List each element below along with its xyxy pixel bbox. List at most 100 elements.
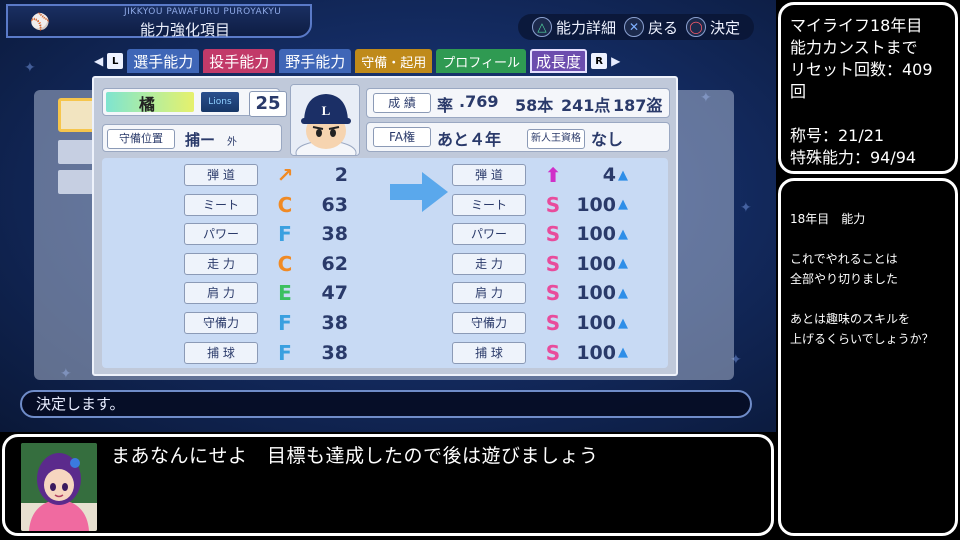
stat-label: 弾 道	[452, 164, 526, 186]
message-bar: 決定します。	[20, 390, 752, 418]
grade-icon: F	[278, 222, 292, 247]
cross-button-icon: ✕	[623, 17, 644, 37]
l-shoulder-icon: L	[107, 53, 124, 69]
position-label: 守備位置	[107, 129, 175, 149]
grade-icon: E	[278, 281, 292, 306]
stat-value: 47	[321, 282, 348, 305]
stat-label: 捕 球	[452, 341, 526, 364]
position-row: 守備位置 捕ー 外	[102, 124, 282, 152]
dialog-text: まあなんにせよ 目標も達成したので後は遊びましょう	[111, 445, 599, 467]
tab-profile[interactable]: プロフィール	[436, 49, 527, 73]
game-subtitle: JIKKYOU PAWAFURU PUROYAKYU	[124, 7, 282, 17]
grade-icon: ↗	[276, 163, 294, 187]
stat-value: 4	[602, 164, 616, 186]
circle-button-icon: ◯	[685, 17, 706, 37]
controller-hints: △ 能力詳細 ✕ 戻る ◯ 決定	[517, 14, 754, 40]
record-row: 成 績 率 .769 58本 241点 187盗	[366, 88, 670, 118]
increase-arrow-icon: ▲	[618, 345, 628, 361]
back-button[interactable]: ✕ 戻る	[623, 17, 678, 38]
dialog-box: まあなんにせよ 目標も達成したので後は遊びましょう	[2, 434, 774, 536]
grade-icon: S	[545, 281, 561, 306]
stat-value: 63	[321, 193, 348, 216]
after-stat-row: 捕 球 S 100 ▲	[452, 340, 634, 366]
after-stat-row: 守備力 S 100 ▲	[452, 310, 634, 336]
player-card: 橘 Lions 25 守備位置 捕ー 外 L 成 績 率 .769 58本 24…	[92, 76, 678, 376]
game-screen: ✦ ✦ ✦ ✦ ✦ ⚾ JIKKYOU PAWAFURU PUROYAKYU 能…	[0, 0, 776, 432]
stolen-bases: 187盗	[613, 96, 663, 115]
avg-prefix: 率	[437, 96, 454, 115]
tab-fielder-ability[interactable]: 野手能力	[279, 49, 352, 73]
grade-icon: S	[545, 192, 561, 217]
runs-batted-in: 241点	[561, 96, 611, 115]
title-count: 称号：21/21	[790, 126, 885, 145]
position-dash: ー	[200, 131, 216, 149]
after-stat-row: ミート S 100 ▲	[452, 192, 634, 218]
character-portrait	[21, 443, 97, 531]
increase-arrow-icon: ▲	[618, 167, 628, 183]
stats-area: 弾 道 ↗ 2 ミート C 63 パワー F 38 走 力 C 62 肩 力 E 47 守備力 F 38 捕 球 F 3…	[102, 158, 668, 368]
tab-player-ability[interactable]: 選手能力	[127, 49, 200, 73]
detail-button[interactable]: △ 能力詳細	[531, 17, 616, 38]
grade-icon: C	[277, 251, 293, 276]
stat-label: 捕 球	[184, 341, 258, 364]
mylife-year: マイライフ18年目	[790, 16, 923, 35]
grade-icon: C	[277, 192, 293, 217]
after-stat-row: 弾 道 ⬆ 4 ▲	[452, 162, 634, 188]
stat-label: 守備力	[452, 312, 526, 334]
before-stat-row: 肩 力 E 47	[184, 280, 348, 306]
triangle-right-icon[interactable]: ▶	[611, 54, 620, 68]
increase-arrow-icon: ▲	[618, 256, 628, 272]
baseball-crossed-bats-icon: ⚾	[30, 12, 50, 31]
tab-defense-usage[interactable]: 守備・起用	[355, 49, 433, 73]
stat-value: 38	[321, 312, 348, 334]
commentary-panel: 18年目 能力 これでやれることは 全部やり切りました あとは趣味のスキルを 上…	[778, 178, 958, 536]
grade-icon: S	[545, 340, 561, 365]
progress-panel: マイライフ18年目 能力カンストまで リセット回数：409回 称号：21/21 …	[778, 2, 958, 174]
fa-value: あと４年	[437, 130, 502, 149]
tab-growth[interactable]: 成長度	[530, 49, 588, 73]
commentary-line: あとは趣味のスキルを	[790, 312, 911, 326]
screen: ✦ ✦ ✦ ✦ ✦ ⚾ JIKKYOU PAWAFURU PUROYAKYU 能…	[0, 0, 960, 540]
increase-arrow-icon: ▲	[618, 226, 628, 242]
after-stat-row: 肩 力 S 100 ▲	[452, 280, 634, 306]
confirm-label: 決定	[709, 18, 740, 37]
rookie-value: なし	[591, 130, 624, 149]
grade-icon: F	[278, 340, 292, 365]
stat-label: パワー	[452, 223, 526, 246]
stat-value: 38	[321, 223, 348, 246]
before-stat-row: 走 力 C 62	[184, 251, 348, 277]
before-stat-row: 守備力 F 38	[184, 310, 348, 336]
main-position: 捕	[185, 131, 201, 149]
commentary-line: 全部やり切りました	[790, 272, 899, 286]
player-face-icon: L	[291, 85, 359, 155]
before-stat-row: ミート C 63	[184, 192, 348, 218]
increase-arrow-icon: ▲	[618, 285, 628, 301]
grade-icon: F	[278, 311, 292, 335]
stat-value: 2	[334, 164, 348, 186]
commentary-line: 上げるくらいでしょうか？	[790, 332, 934, 346]
grade-icon: S	[545, 222, 561, 247]
star-decoration: ✦	[740, 200, 752, 216]
record-label: 成 績	[373, 93, 431, 113]
stat-label: ミート	[452, 193, 526, 216]
confirm-button[interactable]: ◯ 決定	[685, 17, 740, 38]
tab-pitcher-ability[interactable]: 投手能力	[203, 49, 276, 73]
stat-value: 100	[576, 193, 616, 216]
after-stat-row: 走 力 S 100 ▲	[452, 251, 634, 277]
stat-value: 100	[576, 252, 616, 275]
detail-label: 能力詳細	[555, 18, 616, 37]
stat-label: 肩 力	[452, 282, 526, 305]
triangle-left-icon[interactable]: ◀	[94, 54, 103, 68]
stat-value: 100	[576, 312, 616, 334]
uniform-number: 25	[249, 91, 287, 117]
stat-value: 100	[576, 223, 616, 246]
stat-label: パワー	[184, 223, 258, 246]
team-logo: Lions	[201, 92, 239, 112]
stat-value: 100	[576, 282, 616, 305]
name-plate: 橘 Lions 25	[102, 88, 287, 117]
fa-label: FA権	[373, 127, 431, 147]
after-stat-row: パワー S 100 ▲	[452, 221, 634, 247]
screen-title: 能力強化項目	[140, 21, 231, 39]
triangle-button-icon: △	[531, 17, 552, 37]
max-stats-label: 能力カンストまで	[790, 38, 918, 57]
